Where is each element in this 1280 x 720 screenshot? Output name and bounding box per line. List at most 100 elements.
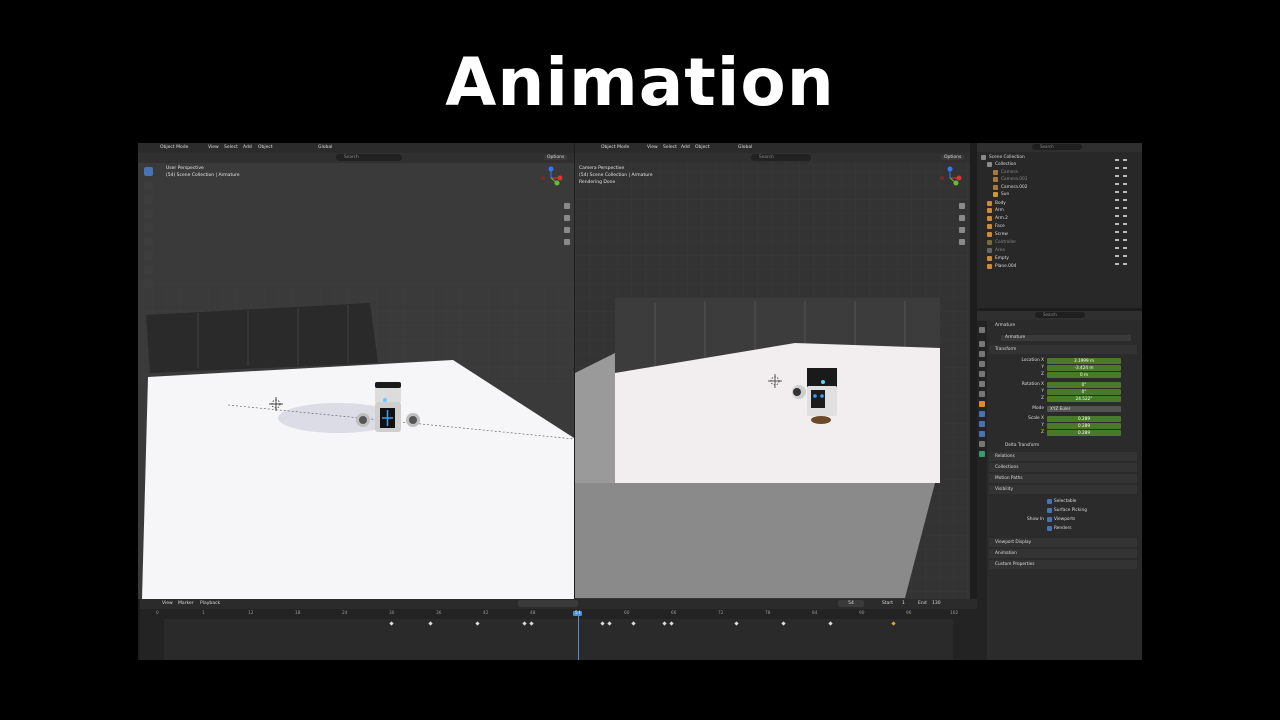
start-frame-value[interactable]: 1: [902, 601, 905, 606]
keyframe[interactable]: [428, 621, 433, 626]
menu-add-right[interactable]: Add: [681, 145, 690, 150]
menu-object-right[interactable]: Object: [695, 145, 710, 150]
menu-add[interactable]: Add: [243, 145, 252, 150]
timeline-editor[interactable]: View Marker Playback 54 Start 1 End 130 …: [140, 599, 977, 660]
keyframe[interactable]: [600, 621, 605, 626]
keyframe[interactable]: [669, 621, 674, 626]
properties-search[interactable]: Search: [1035, 312, 1085, 318]
end-frame-value[interactable]: 130: [932, 601, 941, 606]
location-z-field[interactable]: 0 m: [1047, 372, 1121, 378]
location-y-field[interactable]: -3.424 m: [1047, 365, 1121, 371]
visibility-panel-header[interactable]: Visibility: [989, 485, 1137, 494]
rotation-mode-dropdown[interactable]: XYZ Euler: [1047, 406, 1121, 412]
renders-checkbox[interactable]: [1047, 526, 1052, 531]
transform-tool-icon[interactable]: [144, 237, 153, 246]
constraints-tab-icon[interactable]: [979, 441, 985, 447]
scene-tab-icon[interactable]: [979, 371, 985, 377]
playhead[interactable]: [578, 611, 579, 660]
pan-hand-icon-right[interactable]: [959, 215, 965, 221]
physics-tab-icon[interactable]: [979, 431, 985, 437]
tool-tab-icon[interactable]: [979, 327, 985, 333]
zoom-icon-right[interactable]: [959, 203, 965, 209]
transform-orientation[interactable]: Global: [318, 145, 332, 150]
motion-paths-panel-header[interactable]: Motion Paths: [989, 474, 1137, 483]
navigation-gizmo-icon[interactable]: [538, 165, 564, 191]
keyframe[interactable]: [734, 621, 739, 626]
object-tab-icon[interactable]: [979, 401, 985, 407]
custom-properties-panel-header[interactable]: Custom Properties: [989, 560, 1137, 569]
keyframe[interactable]: [631, 621, 636, 626]
transform-panel-header[interactable]: Transform: [989, 345, 1137, 354]
menu-view[interactable]: View: [208, 145, 219, 150]
menu-select-right[interactable]: Select: [663, 145, 677, 150]
menu-object[interactable]: Object: [258, 145, 273, 150]
selectable-checkbox[interactable]: [1047, 499, 1052, 504]
transform-orientation-right[interactable]: Global: [738, 145, 752, 150]
keyframe[interactable]: [389, 621, 394, 626]
pan-hand-icon[interactable]: [564, 215, 570, 221]
location-x-field[interactable]: 3.1999 m: [1047, 358, 1121, 364]
select-tool-icon[interactable]: [144, 167, 153, 176]
keyframe[interactable]: [607, 621, 612, 626]
lock-view-icon-right[interactable]: [959, 239, 965, 245]
current-frame-field[interactable]: 54: [838, 600, 864, 607]
rotation-z-field[interactable]: 24.522°: [1047, 396, 1121, 402]
timeline-menu-playback[interactable]: Playback: [200, 601, 220, 606]
visibility-eye-icon[interactable]: [1115, 159, 1119, 269]
playback-controls[interactable]: [518, 600, 578, 607]
mode-selector[interactable]: Object Mode: [160, 145, 188, 150]
keyframe[interactable]: [475, 621, 480, 626]
annotate-tool-icon[interactable]: [144, 251, 153, 260]
keyframe[interactable]: [662, 621, 667, 626]
collection-tab-icon[interactable]: [979, 391, 985, 397]
scale-tool-icon[interactable]: [144, 223, 153, 232]
rotation-x-field[interactable]: 0°: [1047, 382, 1121, 388]
timeline-menu-view[interactable]: View: [162, 601, 173, 606]
mode-selector-right[interactable]: Object Mode: [601, 145, 629, 150]
camera-view-icon[interactable]: [564, 227, 570, 233]
cursor-tool-icon[interactable]: [144, 181, 153, 190]
move-tool-icon[interactable]: [144, 195, 153, 204]
scale-x-field[interactable]: 0.289: [1047, 416, 1121, 422]
surface-picking-checkbox[interactable]: [1047, 508, 1052, 513]
grid-view-icon[interactable]: [564, 239, 570, 245]
search-field-right[interactable]: Search: [751, 154, 811, 161]
delta-transform-panel[interactable]: Delta Transform: [1005, 443, 1039, 448]
output-tab-icon[interactable]: [979, 351, 985, 357]
timeline-track[interactable]: [164, 611, 953, 660]
particles-tab-icon[interactable]: [979, 421, 985, 427]
options-dropdown-right[interactable]: Options: [941, 155, 965, 160]
collections-panel-header[interactable]: Collections: [989, 463, 1137, 472]
relations-panel-header[interactable]: Relations: [989, 452, 1137, 461]
zoom-icon[interactable]: [564, 203, 570, 209]
object-name-field[interactable]: Armature: [1001, 335, 1131, 341]
menu-select[interactable]: Select: [224, 145, 238, 150]
rotate-tool-icon[interactable]: [144, 209, 153, 218]
viewport-display-panel-header[interactable]: Viewport Display: [989, 538, 1137, 547]
rotation-y-field[interactable]: 0°: [1047, 389, 1121, 395]
modifier-tab-icon[interactable]: [979, 411, 985, 417]
add-cube-tool-icon[interactable]: [144, 279, 153, 288]
data-tab-icon[interactable]: [979, 451, 985, 457]
keyframe[interactable]: [529, 621, 534, 626]
viewport-user-perspective[interactable]: Object Mode View Select Add Object Globa…: [138, 143, 574, 599]
scale-z-field[interactable]: 0.289: [1047, 430, 1121, 436]
view-layer-tab-icon[interactable]: [979, 361, 985, 367]
viewport-camera-perspective[interactable]: Object Mode View Select Add Object Globa…: [575, 143, 970, 599]
keyframe[interactable]: [891, 621, 896, 626]
options-dropdown[interactable]: Options: [544, 155, 568, 160]
scale-y-field[interactable]: 0.289: [1047, 423, 1121, 429]
render-camera-icon[interactable]: [1123, 159, 1127, 269]
keyframe[interactable]: [828, 621, 833, 626]
keyframe[interactable]: [781, 621, 786, 626]
viewports-checkbox[interactable]: [1047, 517, 1052, 522]
animation-panel-header[interactable]: Animation: [989, 549, 1137, 558]
timeline-menu-marker[interactable]: Marker: [178, 601, 194, 606]
navigation-gizmo-icon-right[interactable]: [937, 165, 963, 191]
keyframe[interactable]: [522, 621, 527, 626]
search-field[interactable]: Search: [336, 154, 402, 161]
outliner-search[interactable]: Search: [1032, 144, 1082, 150]
measure-tool-icon[interactable]: [144, 265, 153, 274]
menu-view-right[interactable]: View: [647, 145, 658, 150]
camera-view-icon-right[interactable]: [959, 227, 965, 233]
